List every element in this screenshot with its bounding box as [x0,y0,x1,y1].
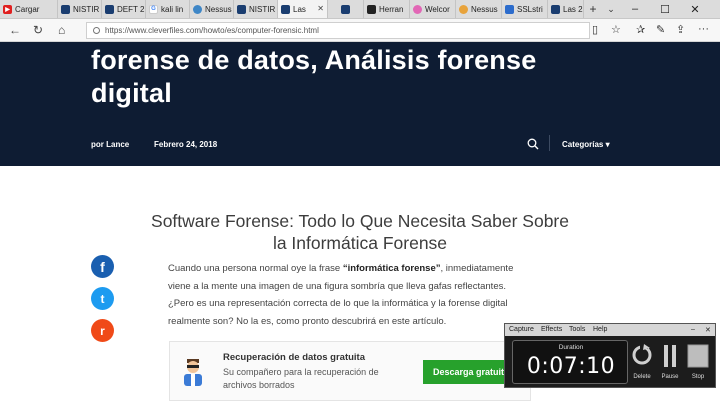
menu-help[interactable]: Help [593,326,607,333]
favorites-hub-icon[interactable]: ✰ [636,23,645,36]
tab-label: Herran [379,4,404,14]
reddit-share-button[interactable]: r [91,319,114,342]
new-tab-icon[interactable]: + [584,0,602,18]
browser-tab-active[interactable]: Las ✕ [278,0,328,18]
url-text: https://www.cleverfiles.com/howto/es/com… [105,26,319,35]
recorder-menu-bar: Capture Effects Tools Help – ✕ [505,324,715,336]
tab-label: kali lin [161,4,184,14]
screen-recorder-widget: Capture Effects Tools Help – ✕ Duration … [504,323,716,388]
url-input[interactable]: https://www.cleverfiles.com/howto/es/com… [86,22,590,39]
page-icon [281,4,290,14]
tab-label: Nessus [471,4,498,14]
tab-label: DEFT 2 [117,4,145,14]
article-header: forense de datos, Análisis forense digit… [0,42,720,166]
page-icon [61,4,70,14]
duration-time: 0:07:10 [526,354,616,379]
delete-icon [632,344,652,365]
minimize-icon[interactable]: – [691,326,695,333]
browser-tab[interactable]: ▶ Cargar [0,0,58,18]
header-divider [549,135,550,151]
facebook-icon: f [100,258,105,275]
close-window-icon[interactable]: ✕ [680,0,710,18]
share-icon[interactable]: ⇪ [676,23,685,36]
pause-icon [664,345,676,367]
page-icon [105,4,114,14]
categories-label: Categorías [562,140,604,149]
globe-icon [193,4,202,14]
browser-tab[interactable]: NISTIR [234,0,278,18]
promo-description: Su compañero para la recuperación de arc… [223,367,379,390]
promo-box: Recuperación de datos gratuita Su compañ… [169,341,531,401]
browser-tab[interactable]: NISTIR [58,0,102,18]
pause-button[interactable]: Pause [657,341,683,383]
page-icon [237,4,246,14]
stop-label: Stop [691,374,705,380]
facebook-share-button[interactable]: f [91,255,114,278]
close-tab-icon[interactable]: ✕ [317,4,324,13]
menu-capture[interactable]: Capture [509,326,534,333]
menu-tools[interactable]: Tools [569,326,585,333]
twitter-share-button[interactable]: t [91,287,114,310]
close-icon[interactable]: ✕ [705,326,711,334]
stop-icon [687,344,709,368]
flower-icon [413,4,422,14]
minimize-icon[interactable]: – [620,0,650,18]
reddit-icon: r [100,323,105,338]
paragraph-text: Cuando una persona normal oye la frase [168,263,343,274]
reading-view-icon[interactable]: ▯ [592,23,598,36]
page-title: forense de datos, Análisis forense digit… [91,45,537,108]
browser-tab[interactable]: Herran [364,0,410,18]
tab-label: Las 25 [563,4,583,14]
notes-icon[interactable]: ✎ [656,23,665,36]
tab-label: Nessus [205,4,232,14]
browser-tab[interactable]: Welcor [410,0,456,18]
refresh-icon[interactable]: ↻ [33,23,43,37]
browser-tab[interactable]: Nessus [190,0,234,18]
browser-tab[interactable]: G kali lin [146,0,190,18]
twitter-icon: t [100,291,105,306]
tool-icon [367,4,376,14]
more-icon[interactable]: ··· [698,23,709,35]
tab-list-chevron-icon[interactable]: ⌄ [602,0,620,18]
article-subtitle: Software Forense: Todo lo Que Necesita S… [151,211,569,253]
tab-strip: ▶ Cargar NISTIR DEFT 2 G kali lin Nessus… [0,0,720,19]
stop-button[interactable]: Stop [685,341,711,383]
page-icon [341,4,350,14]
tab-label: SSLstri [517,4,543,14]
search-icon[interactable] [527,138,539,150]
delete-button[interactable]: Delete [629,341,655,383]
browser-tab[interactable]: SSLstri [502,0,548,18]
google-icon: G [149,4,158,14]
youtube-icon: ▶ [3,4,12,14]
tab-label: Cargar [15,4,40,14]
chevron-down-icon: ▾ [605,140,610,149]
categories-menu[interactable]: Categorías ▾ [562,140,610,149]
author-byline[interactable]: por Lance [91,140,129,149]
home-icon[interactable]: ⌂ [58,23,65,37]
browser-tab[interactable]: DEFT 2 [102,0,146,18]
maximize-icon[interactable]: ☐ [650,0,680,18]
favorite-star-icon[interactable]: ☆ [611,23,621,36]
globe-icon [459,4,468,14]
browser-tab[interactable]: Nessus [456,0,502,18]
address-bar: ← ↻ ⌂ https://www.cleverfiles.com/howto/… [0,19,720,42]
tab-label: NISTIR [249,4,276,14]
mascot-icon [184,359,202,386]
browser-tab[interactable] [328,0,364,18]
paragraph-bold-text: “informática forense” [342,263,441,274]
back-icon[interactable]: ← [9,23,21,37]
site-info-icon[interactable] [93,27,100,34]
browser-tab[interactable]: Las 25 [548,0,584,18]
duration-display: Duration 0:07:10 [512,340,628,384]
publish-date: Febrero 24, 2018 [154,140,218,149]
tab-label: NISTIR [73,4,100,14]
page-icon [551,4,560,14]
article-paragraph: Cuando una persona normal oye la frase “… [168,260,530,330]
menu-effects[interactable]: Effects [541,326,562,333]
tab-label: Las [293,4,306,14]
promo-title: Recuperación de datos gratuita [223,352,366,363]
tab-label: Welcor [425,4,450,14]
duration-label: Duration [558,344,584,351]
page-icon [505,4,514,14]
